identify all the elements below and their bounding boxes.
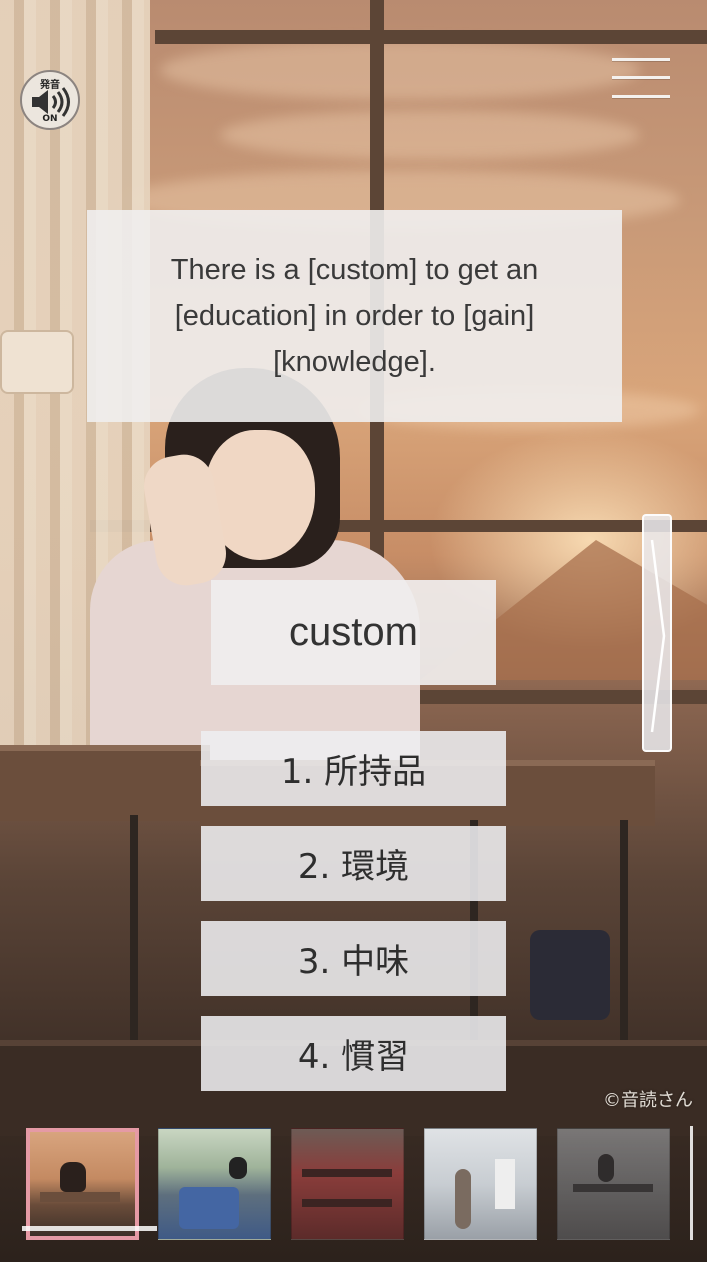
- choice-button-3[interactable]: 3. 中味: [201, 921, 506, 996]
- thumbnail-auditorium[interactable]: [291, 1128, 404, 1240]
- thumbnail-scroll-indicator: [22, 1226, 157, 1231]
- pronunciation-toggle-button[interactable]: 発音 ON: [20, 70, 80, 130]
- sound-state-label: ON: [42, 114, 58, 124]
- choice-label: 3. 中味: [297, 942, 410, 982]
- target-word-panel[interactable]: custom: [211, 580, 496, 685]
- chevron-right-icon: [650, 539, 666, 733]
- menu-icon-line: [612, 76, 670, 79]
- thumbnail-classroom-sunset[interactable]: [26, 1128, 139, 1240]
- choice-label: 2. 環境: [297, 847, 410, 887]
- target-word: custom: [289, 610, 418, 654]
- copyright-label: ©音読さん: [603, 1090, 693, 1111]
- hamburger-menu-icon: [612, 58, 670, 61]
- thumbnail-strip-scrollbar[interactable]: [690, 1126, 693, 1240]
- choice-label: 4. 慣習: [297, 1037, 410, 1077]
- thumbnail-clothing-store[interactable]: [424, 1128, 537, 1240]
- choice-button-2[interactable]: 2. 環境: [201, 826, 506, 901]
- speaker-icon: [32, 87, 70, 117]
- example-sentence: There is a [custom] to get an [education…: [170, 254, 539, 378]
- example-sentence-panel: There is a [custom] to get an [education…: [87, 210, 622, 422]
- thumbnail-cafe-table[interactable]: [557, 1128, 670, 1240]
- next-side-tab[interactable]: [642, 514, 672, 752]
- choice-label: 1. 所持品: [280, 752, 427, 792]
- thumbnail-bus-seat[interactable]: [158, 1128, 271, 1240]
- choice-button-1[interactable]: 1. 所持品: [201, 731, 506, 806]
- choice-button-4[interactable]: 4. 慣習: [201, 1016, 506, 1091]
- menu-icon-line: [612, 95, 670, 98]
- menu-button[interactable]: [612, 58, 670, 106]
- scene-thumbnail-strip: [0, 1122, 707, 1262]
